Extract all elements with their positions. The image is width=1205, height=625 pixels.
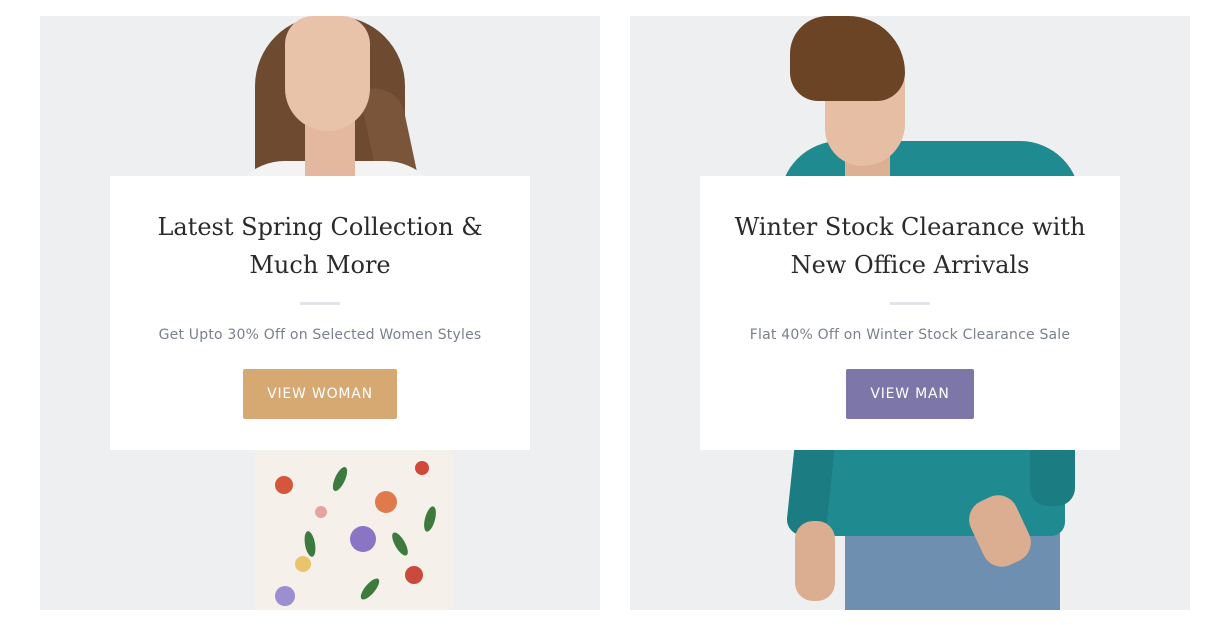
- promo-title-line2: New Office Arrivals: [790, 251, 1030, 279]
- title-divider: [300, 302, 340, 305]
- promo-subtitle: Get Upto 30% Off on Selected Women Style…: [158, 327, 482, 343]
- view-man-button[interactable]: VIEW MAN: [846, 369, 974, 419]
- promo-title: Winter Stock Clearance with New Office A…: [700, 176, 1120, 284]
- view-woman-button[interactable]: VIEW WOMAN: [243, 369, 397, 419]
- promo-panel-woman: Latest Spring Collection & Much More Get…: [40, 16, 600, 610]
- promo-panel-man: Winter Stock Clearance with New Office A…: [630, 16, 1190, 610]
- promo-title-line1: Latest Spring Collection &: [157, 213, 483, 241]
- promo-card-woman: Latest Spring Collection & Much More Get…: [110, 176, 530, 450]
- promo-title-line1: Winter Stock Clearance with: [734, 213, 1086, 241]
- promo-title-line2: Much More: [249, 251, 391, 279]
- promo-title: Latest Spring Collection & Much More: [110, 176, 530, 284]
- title-divider: [890, 302, 930, 305]
- promo-subtitle: Flat 40% Off on Winter Stock Clearance S…: [749, 327, 1071, 343]
- promo-card-man: Winter Stock Clearance with New Office A…: [700, 176, 1120, 450]
- promo-banner-section: Latest Spring Collection & Much More Get…: [0, 0, 1205, 625]
